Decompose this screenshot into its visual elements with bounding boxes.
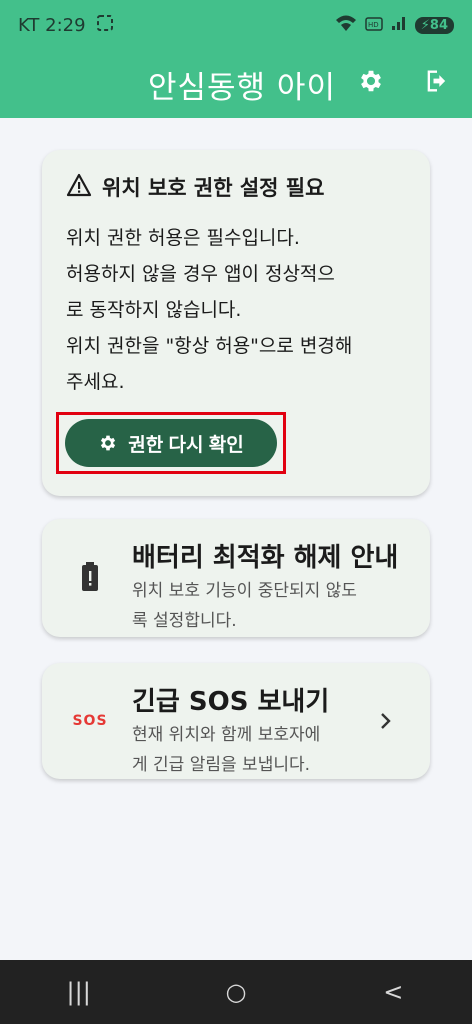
battery-text: 배터리 최적화 해제 안내 위치 보호 기능이 중단되지 않도 록 설정합니다. xyxy=(132,537,410,636)
recheck-permission-button[interactable]: 권한 다시 확인 xyxy=(65,419,277,467)
chevron-right-icon xyxy=(380,711,392,736)
logout-icon xyxy=(427,70,446,92)
battery-level: 84 xyxy=(429,17,448,33)
permission-line-4: 위치 권한을 "항상 허용"으로 변경해 xyxy=(66,335,353,357)
warning-icon xyxy=(66,173,92,201)
navigation-bar: ||| ○ < xyxy=(0,960,472,1024)
sos-text: 긴급 SOS 보내기 현재 위치와 함께 보호자에 게 긴급 알림을 보냅니다. xyxy=(132,681,410,780)
permission-description: 위치 권한 허용은 필수입니다. 허용하지 않을 경우 앱이 정상적으 로 동작… xyxy=(66,220,406,400)
recheck-highlight: 권한 다시 확인 xyxy=(56,412,286,474)
battery-subtitle-line-2: 록 설정합니다. xyxy=(132,611,237,631)
battery-alert-icon xyxy=(62,537,118,617)
hd-icon: HD xyxy=(365,15,383,36)
sos-subtitle-line-1: 현재 위치와 함께 보호자에 xyxy=(132,725,321,745)
signal-icon xyxy=(391,15,407,36)
back-button[interactable]: < xyxy=(363,978,423,1006)
battery-indicator: ⚡84 xyxy=(414,16,454,34)
permission-title-row: 위치 보호 권한 설정 필요 xyxy=(66,172,406,202)
content-area: 위치 보호 권한 설정 필요 위치 권한 허용은 필수입니다. 허용하지 않을 … xyxy=(0,118,472,960)
status-bar: KT 2:29 HD ⚡84 xyxy=(0,0,472,50)
permission-title: 위치 보호 권한 설정 필요 xyxy=(102,176,325,200)
permission-line-2: 허용하지 않을 경우 앱이 정상적으 xyxy=(66,263,335,285)
permission-line-5: 주세요. xyxy=(66,371,125,393)
sos-icon: SOS xyxy=(62,681,118,761)
sos-icon-label: SOS xyxy=(72,713,108,729)
sos-card[interactable]: SOS 긴급 SOS 보내기 현재 위치와 함께 보호자에 게 긴급 알림을 보… xyxy=(42,663,430,779)
logout-button[interactable] xyxy=(420,64,454,98)
status-left: KT 2:29 xyxy=(18,14,114,37)
carrier-time: KT 2:29 xyxy=(18,14,86,36)
recheck-button-label: 권한 다시 확인 xyxy=(128,434,244,456)
recent-apps-button[interactable]: ||| xyxy=(49,978,109,1006)
home-button[interactable]: ○ xyxy=(206,978,266,1006)
battery-subtitle-line-1: 위치 보호 기능이 중단되지 않도 xyxy=(132,581,357,601)
wifi-icon xyxy=(335,14,357,37)
permission-line-1: 위치 권한 허용은 필수입니다. xyxy=(66,227,300,249)
sos-subtitle-line-2: 게 긴급 알림을 보냅니다. xyxy=(132,755,311,775)
settings-icon xyxy=(361,70,381,92)
screenshot-icon xyxy=(96,14,114,37)
app-bar: 안심동행 아이 xyxy=(0,50,472,118)
gear-icon xyxy=(101,435,116,451)
app-actions xyxy=(354,64,454,98)
app-title: 안심동행 아이 xyxy=(148,70,336,106)
location-permission-card: 위치 보호 권한 설정 필요 위치 권한 허용은 필수입니다. 허용하지 않을 … xyxy=(42,150,430,496)
svg-text:HD: HD xyxy=(368,21,379,29)
settings-button[interactable] xyxy=(354,64,388,98)
battery-title: 배터리 최적화 해제 안내 xyxy=(132,543,399,573)
permission-line-3: 로 동작하지 않습니다. xyxy=(66,299,242,321)
battery-optimization-card[interactable]: 배터리 최적화 해제 안내 위치 보호 기능이 중단되지 않도 록 설정합니다. xyxy=(42,519,430,637)
status-right: HD ⚡84 xyxy=(335,14,454,37)
sos-title: 긴급 SOS 보내기 xyxy=(132,687,330,717)
